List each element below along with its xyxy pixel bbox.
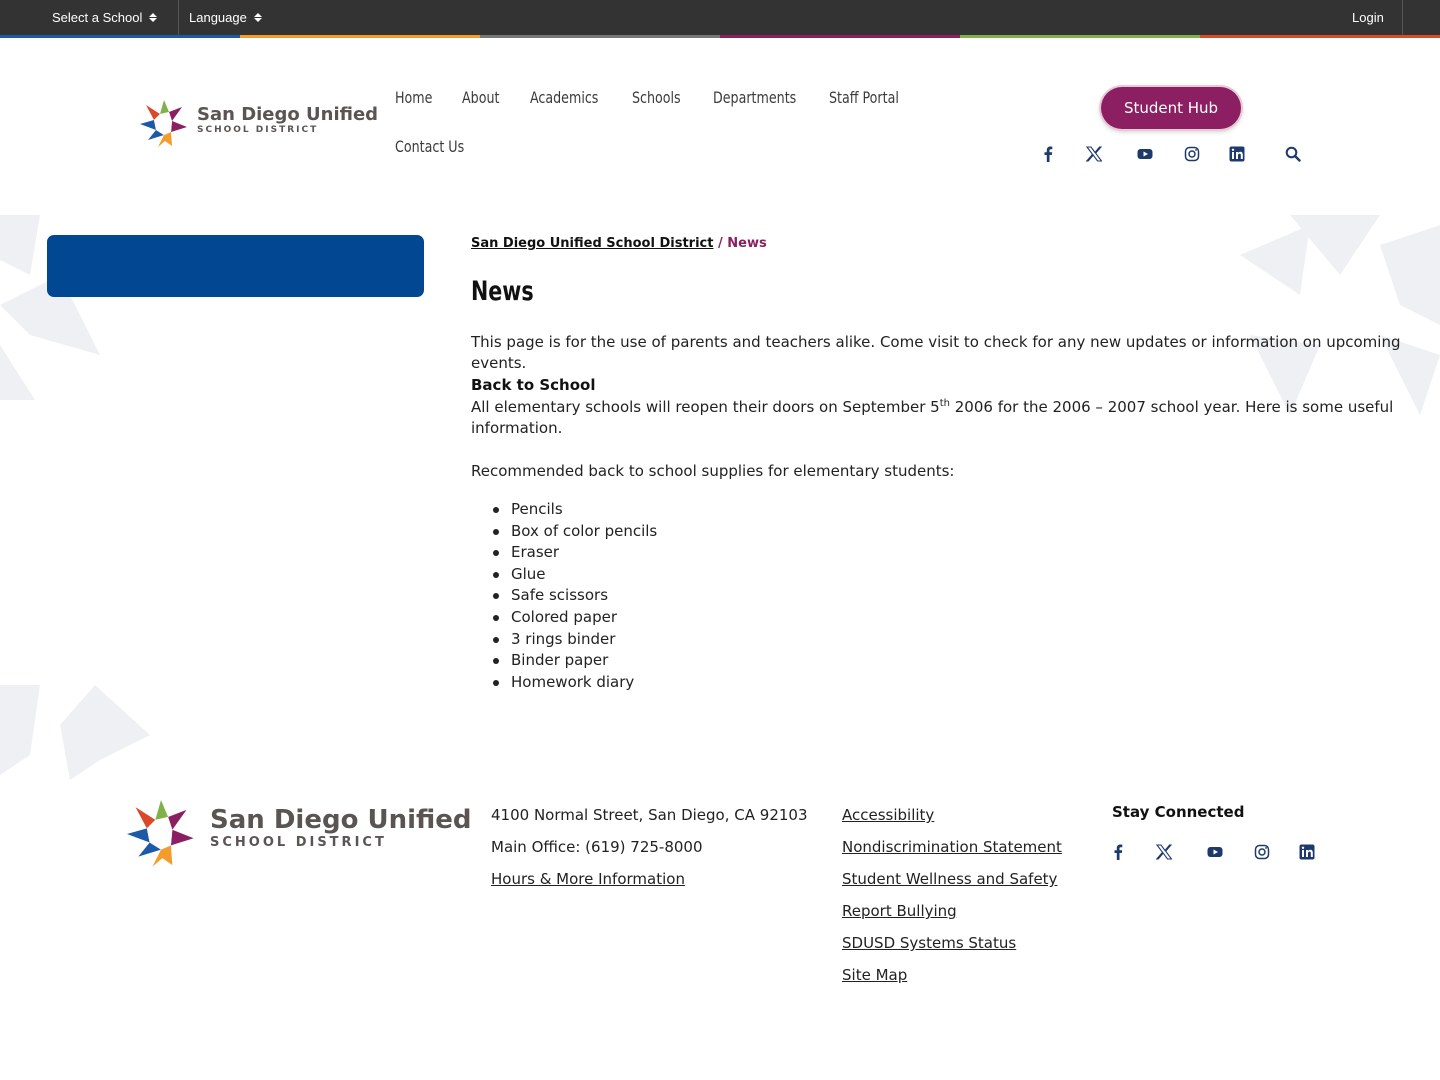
list-item: Pencils xyxy=(471,499,657,521)
instagram-icon[interactable] xyxy=(1253,843,1271,861)
list-item: Binder paper xyxy=(471,650,657,672)
footer-link-wellness[interactable]: Student Wellness and Safety xyxy=(842,870,1057,888)
footer-link-nondiscrimination[interactable]: Nondiscrimination Statement xyxy=(842,838,1062,856)
logo-title: San Diego Unified xyxy=(197,103,379,125)
search-icon[interactable] xyxy=(1284,145,1302,163)
breadcrumb-home-link[interactable]: San Diego Unified School District xyxy=(471,236,713,251)
section-heading: Back to School xyxy=(471,376,596,394)
list-item: 3 rings binder xyxy=(471,629,657,651)
decorative-star-background xyxy=(0,215,1440,780)
select-school-dropdown[interactable]: Select a School xyxy=(52,0,158,35)
color-stripe xyxy=(0,35,1440,38)
supplies-intro: Recommended back to school supplies for … xyxy=(471,462,955,480)
footer-link-site-map[interactable]: Site Map xyxy=(842,966,907,984)
footer-link-report-bullying[interactable]: Report Bullying xyxy=(842,902,957,920)
intro-text: This page is for the use of parents and … xyxy=(471,333,1401,372)
linkedin-icon[interactable] xyxy=(1228,145,1246,163)
nav-departments[interactable]: Departments xyxy=(713,88,796,107)
top-utility-bar: Select a School Language Login xyxy=(0,0,1440,35)
footer-logo[interactable]: San Diego Unified SCHOOL DISTRICT xyxy=(125,800,472,868)
select-school-label: Select a School xyxy=(52,10,143,25)
hours-link[interactable]: Hours & More Information xyxy=(491,870,685,888)
page-title: News xyxy=(471,276,534,307)
footer-logo-subtitle: SCHOOL DISTRICT xyxy=(210,834,387,850)
x-icon[interactable] xyxy=(1155,843,1173,861)
facebook-icon[interactable] xyxy=(1109,843,1127,861)
list-item: Glue xyxy=(471,564,657,586)
list-item: Eraser xyxy=(471,542,657,564)
youtube-icon[interactable] xyxy=(1206,843,1224,861)
instagram-icon[interactable] xyxy=(1183,145,1201,163)
list-item: Safe scissors xyxy=(471,585,657,607)
sort-caret-icon xyxy=(149,13,158,22)
language-dropdown[interactable]: Language xyxy=(189,0,262,35)
nav-about[interactable]: About xyxy=(462,88,499,107)
footer-link-systems-status[interactable]: SDUSD Systems Status xyxy=(842,934,1016,952)
logo-subtitle: SCHOOL DISTRICT xyxy=(197,124,319,135)
nav-academics[interactable]: Academics xyxy=(530,88,598,107)
list-item: Box of color pencils xyxy=(471,521,657,543)
star-logo-icon xyxy=(140,100,187,147)
breadcrumb: San Diego Unified School District / News xyxy=(471,236,767,251)
student-hub-button[interactable]: Student Hub xyxy=(1101,87,1241,129)
sort-caret-icon xyxy=(253,13,262,22)
section-text-end: information. xyxy=(471,419,563,437)
section-text-start: All elementary schools will reopen their… xyxy=(471,398,940,416)
topbar-divider xyxy=(1402,0,1403,35)
linkedin-icon[interactable] xyxy=(1298,843,1316,861)
section-text: All elementary schools will reopen their… xyxy=(471,397,1393,418)
youtube-icon[interactable] xyxy=(1136,145,1154,163)
star-logo-icon xyxy=(127,800,194,867)
language-label: Language xyxy=(189,10,247,25)
nav-schools[interactable]: Schools xyxy=(632,88,681,107)
footer-logo-title: San Diego Unified xyxy=(210,804,472,835)
list-item: Homework diary xyxy=(471,672,657,694)
facebook-icon[interactable] xyxy=(1039,145,1057,163)
x-icon[interactable] xyxy=(1085,145,1103,163)
breadcrumb-separator: / xyxy=(717,236,723,251)
login-link[interactable]: Login xyxy=(1352,0,1384,35)
footer-link-accessibility[interactable]: Accessibility xyxy=(842,806,934,824)
login-label: Login xyxy=(1352,10,1384,25)
section-text-superscript: th xyxy=(939,398,950,409)
nav-staff-portal[interactable]: Staff Portal xyxy=(829,88,899,107)
section-text-continued: 2006 for the 2006 – 2007 school year. He… xyxy=(950,398,1394,416)
list-item: Colored paper xyxy=(471,607,657,629)
stay-connected-heading: Stay Connected xyxy=(1112,803,1245,821)
district-logo[interactable]: San Diego Unified SCHOOL DISTRICT xyxy=(140,100,378,148)
topbar-divider xyxy=(178,0,179,35)
sidebar-menu-block xyxy=(47,235,424,297)
footer-address: 4100 Normal Street, San Diego, CA 92103 xyxy=(491,806,808,824)
supplies-list: Pencils Box of color pencils Eraser Glue… xyxy=(471,499,657,693)
breadcrumb-current: News xyxy=(727,236,767,251)
footer-phone: Main Office: (619) 725-8000 xyxy=(491,838,703,856)
nav-contact-us[interactable]: Contact Us xyxy=(395,137,464,156)
nav-home[interactable]: Home xyxy=(395,88,432,107)
